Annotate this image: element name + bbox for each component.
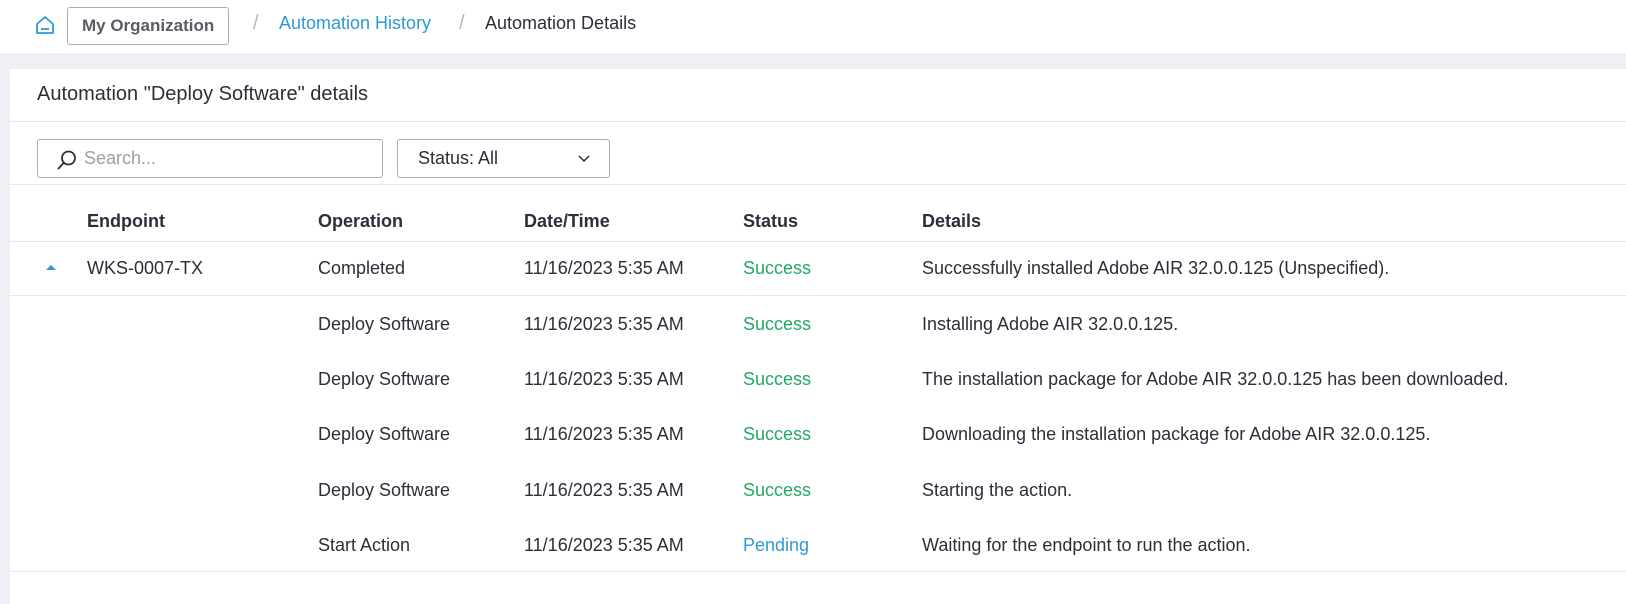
row-datetime: 11/16/2023 5:35 AM [524,258,684,278]
column-header-details[interactable]: Details [922,211,981,232]
status-badge: Pending [743,535,810,555]
row-details: The installation package for Adobe AIR 3… [922,369,1509,389]
status-filter-dropdown[interactable]: Status: All [397,139,610,178]
home-icon[interactable] [34,14,56,36]
divider [10,571,1626,572]
breadcrumb-automation-history[interactable]: Automation History [279,13,431,34]
row-operation: Completed [318,258,406,278]
page-title: Automation "Deploy Software" details [37,83,369,105]
row-operation: Deploy Software [318,480,451,500]
row-operation: Deploy Software [318,314,451,334]
status-badge: Success [743,480,812,500]
row-endpoint: WKS-0007-TX [87,258,204,278]
row-datetime: 11/16/2023 5:35 AM [524,480,684,500]
divider [10,295,1626,296]
row-datetime: 11/16/2023 5:35 AM [524,424,684,444]
status-badge: Success [743,424,812,444]
column-header-endpoint[interactable]: Endpoint [87,211,165,232]
organization-label: My Organization [82,16,215,35]
chevron-down-icon [578,155,590,163]
row-datetime: 11/16/2023 5:35 AM [524,369,684,389]
status-badge: Success [743,258,812,278]
row-details: Installing Adobe AIR 32.0.0.125. [922,314,1179,334]
search-input[interactable] [84,141,374,176]
row-operation: Start Action [318,535,411,555]
organization-button[interactable]: My Organization [67,7,230,45]
caret-up-icon[interactable] [44,262,58,272]
breadcrumb-current: Automation Details [485,13,637,33]
column-header-operation[interactable]: Operation [318,211,403,232]
divider [10,241,1626,242]
status-filter-label: Status: All [418,148,499,168]
search-box[interactable] [37,139,383,178]
row-operation: Deploy Software [318,424,451,444]
column-header-datetime[interactable]: Date/Time [524,211,610,232]
row-datetime: 11/16/2023 5:35 AM [524,535,684,555]
divider [10,184,1626,185]
row-details: Downloading the installation package for… [922,424,1431,444]
breadcrumb-separator: / [253,12,259,34]
row-datetime: 11/16/2023 5:35 AM [524,314,684,334]
automation-details-panel: Automation "Deploy Software" details Sta… [10,69,1626,604]
status-badge: Success [743,314,812,334]
column-header-status[interactable]: Status [743,211,798,232]
breadcrumb-separator: / [459,12,465,34]
breadcrumb: My Organization / Automation History / A… [0,0,1626,53]
row-operation: Deploy Software [318,369,451,389]
row-details: Successfully installed Adobe AIR 32.0.0.… [922,258,1390,278]
row-details: Starting the action. [922,480,1073,500]
search-icon [57,150,76,170]
divider [10,121,1626,122]
status-badge: Success [743,369,812,389]
row-details: Waiting for the endpoint to run the acti… [922,535,1251,555]
